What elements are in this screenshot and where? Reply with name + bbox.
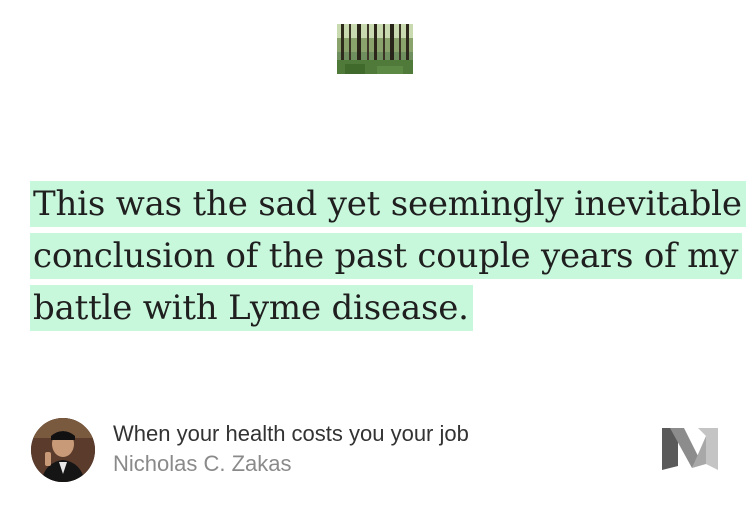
forest-photo-icon <box>337 24 413 74</box>
quote-line: battle with Lyme disease. <box>30 282 720 334</box>
quote-line: conclusion of the past couple years of m… <box>30 230 743 282</box>
author-avatar-icon[interactable] <box>31 418 95 482</box>
medium-logo-icon[interactable] <box>662 426 718 472</box>
story-title[interactable]: When your health costs you your job <box>113 420 469 448</box>
quote-line: This was the sad yet seemingly inevitabl… <box>30 178 746 230</box>
story-author[interactable]: Nicholas C. Zakas <box>113 450 292 478</box>
highlighted-quote: This was the sad yet seemingly inevitabl… <box>30 178 746 334</box>
